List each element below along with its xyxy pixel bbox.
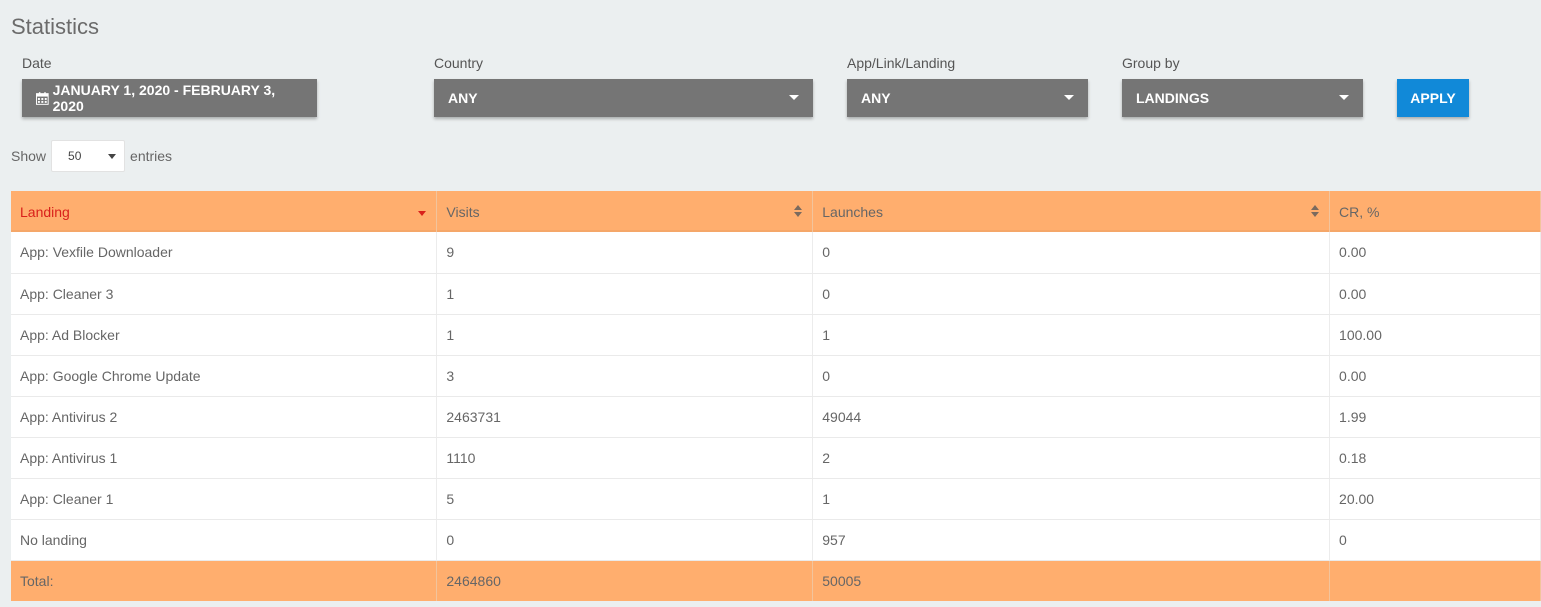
app-link-landing-select-value: ANY	[861, 90, 891, 106]
cell-launches: 957	[812, 519, 1331, 561]
column-header-visits[interactable]: Visits	[436, 191, 814, 232]
cell-landing: App: Ad Blocker	[11, 314, 438, 356]
cell-launches: 0	[812, 273, 1331, 315]
country-select-value: ANY	[448, 90, 478, 106]
chevron-down-icon	[1339, 95, 1349, 100]
table-row: App: Vexfile Downloader 9 0 0.00	[11, 232, 1541, 274]
chevron-down-icon	[789, 95, 799, 100]
table-row: App: Cleaner 1 5 1 20.00	[11, 478, 1541, 520]
column-header-cr[interactable]: CR, %	[1329, 191, 1541, 232]
table-row: App: Ad Blocker 1 1 100.00	[11, 314, 1541, 356]
cell-visits: 9	[436, 232, 814, 274]
column-header-launches[interactable]: Launches	[812, 191, 1331, 232]
cell-landing: App: Google Chrome Update	[11, 355, 438, 397]
cell-launches: 49044	[812, 396, 1331, 438]
total-label: Total:	[11, 560, 438, 601]
date-range-picker[interactable]: JANUARY 1, 2020 - FEBRUARY 3, 2020	[22, 79, 317, 117]
cell-cr: 1.99	[1329, 396, 1541, 438]
app-link-landing-select[interactable]: ANY	[847, 79, 1088, 117]
table-row: App: Antivirus 2 2463731 49044 1.99	[11, 396, 1541, 438]
statistics-page: Statistics Date JANUARY 1, 2020 - FEBRUA…	[0, 0, 1541, 607]
cell-cr: 0.00	[1329, 273, 1541, 315]
cell-landing: App: Cleaner 1	[11, 478, 438, 520]
cell-visits: 3	[436, 355, 814, 397]
sort-desc-icon	[418, 211, 427, 216]
cell-launches: 0	[812, 355, 1331, 397]
cell-visits: 2463731	[436, 396, 814, 438]
country-filter-label: Country	[434, 55, 484, 71]
total-visits: 2464860	[436, 560, 814, 601]
chevron-down-icon	[1064, 95, 1074, 100]
column-header-landing[interactable]: Landing	[11, 191, 438, 232]
cell-visits: 1	[436, 314, 814, 356]
date-range-value: JANUARY 1, 2020 - FEBRUARY 3, 2020	[52, 82, 276, 114]
cell-cr: 0.18	[1329, 437, 1541, 479]
cell-cr: 0.00	[1329, 232, 1541, 274]
app-link-landing-filter-label: App/Link/Landing	[847, 55, 956, 71]
table-row: No landing 0 957 0	[11, 519, 1541, 561]
cell-launches: 1	[812, 478, 1331, 520]
cell-launches: 1	[812, 314, 1331, 356]
date-filter-label: Date	[22, 55, 52, 71]
cell-launches: 2	[812, 437, 1331, 479]
cell-landing: App: Cleaner 3	[11, 273, 438, 315]
sort-icon	[1311, 205, 1320, 218]
cell-visits: 5	[436, 478, 814, 520]
page-title: Statistics	[11, 14, 100, 39]
cell-cr: 20.00	[1329, 478, 1541, 520]
cell-landing: App: Antivirus 2	[11, 396, 438, 438]
calendar-icon	[36, 91, 49, 105]
cell-visits: 1110	[436, 437, 814, 479]
cell-landing: App: Antivirus 1	[11, 437, 438, 479]
table-header-row: Landing Visits Launches CR, %	[11, 191, 1541, 232]
cell-landing: No landing	[11, 519, 438, 561]
cell-cr: 100.00	[1329, 314, 1541, 356]
total-launches: 50005	[812, 560, 1331, 601]
group-by-select-value: LANDINGS	[1136, 90, 1210, 106]
group-by-filter-label: Group by	[1122, 55, 1180, 71]
cell-cr: 0	[1329, 519, 1541, 561]
country-select[interactable]: ANY	[434, 79, 813, 117]
total-cr	[1329, 560, 1541, 601]
sort-icon	[794, 205, 803, 218]
statistics-table: Landing Visits Launches CR, % App: Vexfi…	[11, 191, 1541, 601]
cell-cr: 0.00	[1329, 355, 1541, 397]
cell-visits: 1	[436, 273, 814, 315]
table-row: App: Google Chrome Update 3 0 0.00	[11, 355, 1541, 397]
entries-select[interactable]: 50	[51, 140, 126, 172]
cell-landing: App: Vexfile Downloader	[11, 232, 438, 274]
entries-select-value: 50	[68, 149, 82, 163]
chevron-down-icon	[108, 154, 117, 159]
cell-visits: 0	[436, 519, 814, 561]
cell-launches: 0	[812, 232, 1331, 274]
apply-button[interactable]: APPLY	[1397, 79, 1469, 117]
entries-length-control: Show 50 entries	[11, 140, 172, 172]
table-total-row: Total: 2464860 50005	[11, 560, 1541, 601]
group-by-select[interactable]: LANDINGS	[1122, 79, 1363, 117]
show-label: Show	[11, 148, 47, 164]
table-row: App: Cleaner 3 1 0 0.00	[11, 273, 1541, 315]
table-row: App: Antivirus 1 1110 2 0.18	[11, 437, 1541, 479]
entries-label: entries	[130, 148, 173, 164]
